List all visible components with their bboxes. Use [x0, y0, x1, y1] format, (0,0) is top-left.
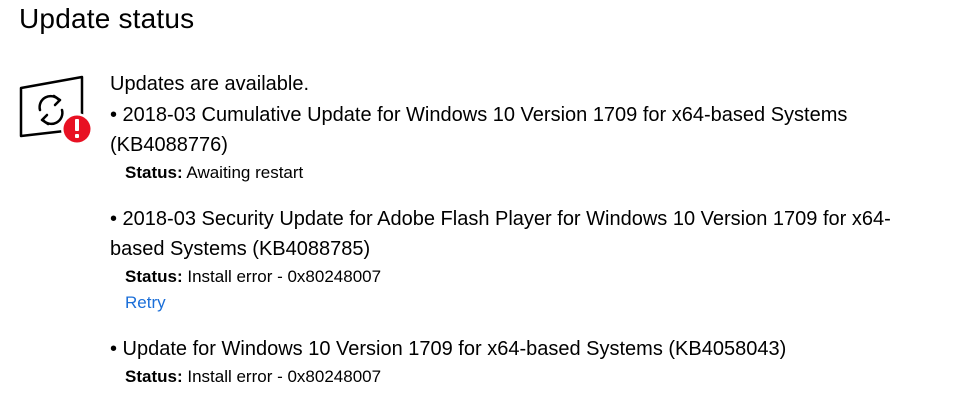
page-title: Update status [19, 3, 195, 34]
update-status: Status: Awaiting restart [125, 160, 940, 186]
update-status: Status: Install error - 0x80248007 [125, 264, 940, 290]
status-value: Awaiting restart [182, 163, 304, 182]
update-title: • 2018-03 Security Update for Adobe Flas… [110, 208, 891, 260]
retry-link[interactable]: Retry [125, 290, 166, 316]
update-error-icon [18, 74, 94, 148]
update-item: • 2018-03 Security Update for Adobe Flas… [110, 204, 940, 316]
update-title: • Update for Windows 10 Version 1709 for… [110, 338, 787, 360]
status-label: Status: [125, 267, 183, 286]
status-label: Status: [125, 367, 183, 386]
status-value: Install error - 0x80248007 [182, 267, 382, 286]
status-label: Status: [125, 163, 183, 182]
update-item: • 2018-03 Cumulative Update for Windows … [110, 100, 940, 186]
update-title: • 2018-03 Cumulative Update for Windows … [110, 104, 848, 156]
updates-summary: Updates are available. [110, 73, 310, 95]
update-list-panel: Updates are available. • 2018-03 Cumulat… [110, 70, 940, 390]
update-item: • Update for Windows 10 Version 1709 for… [110, 334, 940, 390]
status-value: Install error - 0x80248007 [182, 367, 382, 386]
update-status: Status: Install error - 0x80248007 [125, 364, 940, 390]
